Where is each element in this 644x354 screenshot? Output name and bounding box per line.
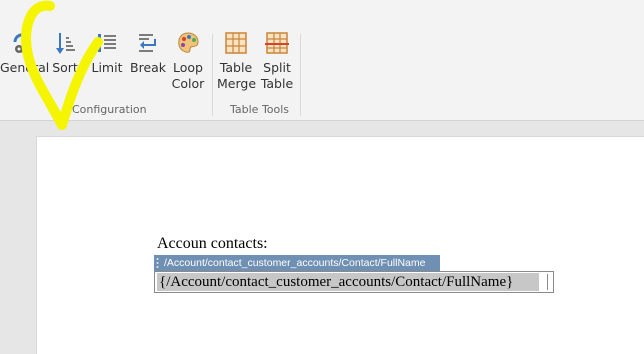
sort-icon (56, 33, 75, 54)
document-page[interactable] (36, 136, 644, 354)
group-separator (212, 34, 213, 116)
split-table-label-1: Split (263, 60, 291, 75)
limit-label: Limit (91, 60, 123, 75)
limit-button[interactable]: Limit (91, 30, 123, 76)
ribbon: General Sort Limit Break Loop Color Tabl… (0, 0, 644, 121)
general-button[interactable]: General (0, 30, 49, 76)
loop-color-button[interactable]: Loop Color (171, 30, 205, 92)
content-control-field[interactable]: {/Account/contact_customer_accounts/Cont… (154, 271, 554, 293)
break-button[interactable]: Break (130, 30, 167, 76)
field-end-marker (547, 274, 548, 290)
table-merge-label-2: Merge (217, 76, 257, 91)
group-label-table-tools: Table Tools (230, 103, 290, 116)
palette-icon (178, 32, 199, 53)
general-label: General (0, 60, 50, 75)
group-separator-end (300, 34, 301, 116)
split-table-label-2: Table (260, 76, 294, 91)
loop-color-label-1: Loop (173, 60, 203, 75)
content-control-tag[interactable]: /Account/contact_customer_accounts/Conta… (154, 255, 440, 271)
sort-button[interactable]: Sort (50, 30, 80, 76)
sort-label: Sort (52, 60, 78, 75)
limit-icon (98, 34, 116, 52)
table-merge-icon (225, 32, 247, 54)
split-table-icon (265, 32, 289, 54)
grip-handle-icon[interactable] (156, 257, 159, 269)
table-merge-label-1: Table (219, 60, 253, 75)
break-label: Break (130, 60, 167, 75)
content-control-tag-label: /Account/contact_customer_accounts/Conta… (164, 257, 426, 269)
document-heading[interactable]: Accoun contacts: (157, 235, 268, 253)
refresh-gear-icon (13, 33, 31, 53)
loop-color-label-2: Color (171, 76, 205, 91)
table-merge-button[interactable]: Table Merge (217, 30, 257, 92)
content-control-value[interactable]: {/Account/contact_customer_accounts/Cont… (157, 273, 539, 291)
break-icon (139, 34, 156, 52)
group-label-configuration: Configuration (72, 103, 147, 116)
split-table-button[interactable]: Split Table (260, 30, 294, 92)
